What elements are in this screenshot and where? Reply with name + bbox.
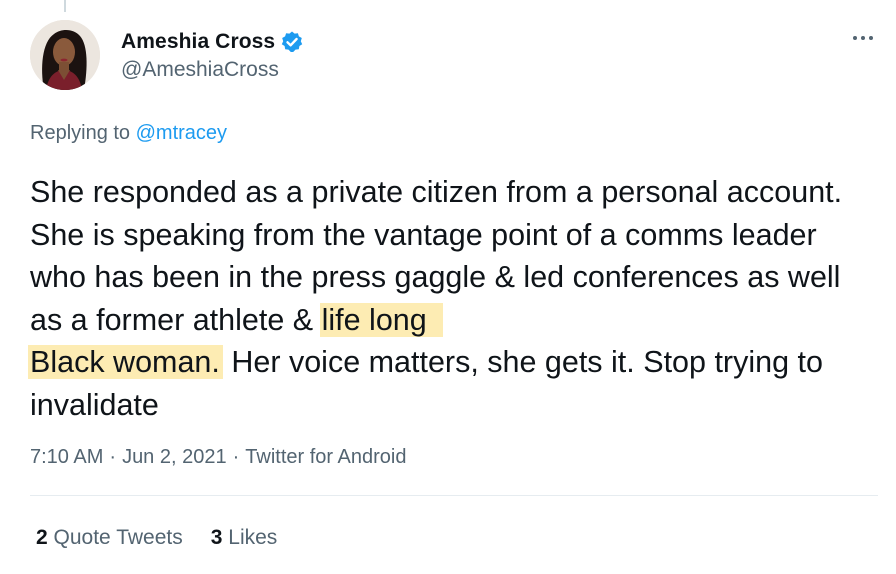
meta-separator: · [232,446,240,468]
reply-mention-link[interactable]: @mtracey [136,122,227,144]
author-display-name[interactable]: Ameshia Cross [121,30,275,54]
avatar[interactable] [30,20,100,90]
more-options-button[interactable] [848,28,878,48]
quote-count: 2 [36,526,48,549]
profile-photo-icon [30,20,100,90]
more-dot [861,36,865,40]
like-label: Likes [228,526,278,549]
engagement-stats: 2 Quote Tweets 3 Likes [36,526,305,550]
tweet-text: She responded as a private citizen from … [28,171,880,426]
tweet-date[interactable]: Jun 2, 2021 [122,446,227,468]
more-horizontal-icon [853,36,857,40]
author-handle[interactable]: @AmeshiaCross [121,58,304,82]
divider [30,495,878,496]
tweet-source[interactable]: Twitter for Android [245,446,406,468]
likes-link[interactable]: 3 Likes [211,526,278,549]
thread-connector-line [64,0,66,12]
verified-badge-icon [280,30,304,54]
more-dot [869,36,873,40]
highlighted-text-1: life long [319,302,443,337]
author-block: Ameshia Cross @AmeshiaCross [121,28,304,82]
tweet-metadata: 7:10 AM · Jun 2, 2021 · Twitter for Android [30,446,406,469]
like-count: 3 [210,526,223,549]
quote-tweets-link[interactable]: 2 Quote Tweets [36,526,183,549]
quote-label: Quote Tweets [53,526,183,549]
highlighted-text-2: Black woman. [28,345,223,379]
replying-prefix: Replying to [30,122,136,144]
tweet-time[interactable]: 7:10 AM [30,446,103,468]
meta-separator: · [109,446,117,468]
replying-to-line: Replying to @mtracey [30,122,227,145]
